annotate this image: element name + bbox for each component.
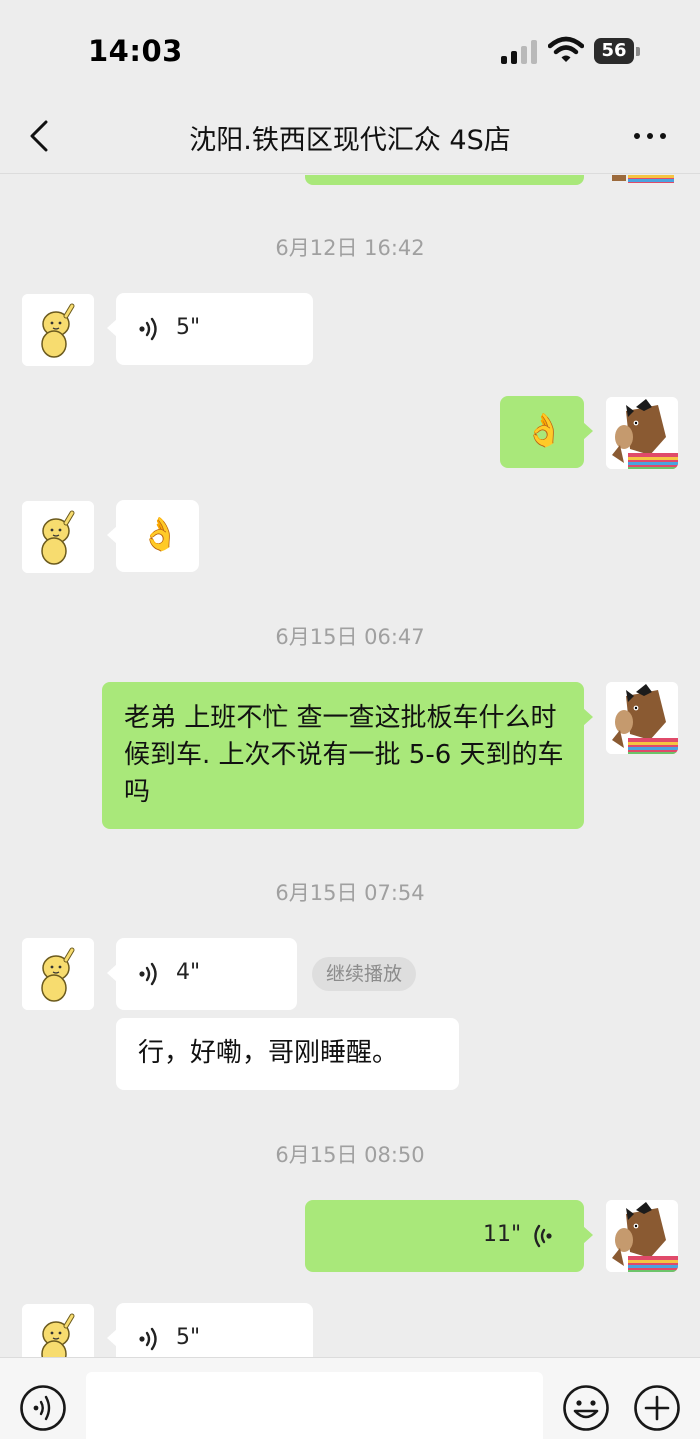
emoji-message-bubble[interactable]: 👌 — [107, 500, 199, 572]
voice-duration: 4" — [176, 960, 201, 985]
voice-wave-icon — [534, 1224, 552, 1248]
text-message-bubble[interactable]: 老弟 上班不忙 查一查这批板车什么时候到车. 上次不说有一批 5-6 天到的车吗 — [102, 682, 593, 829]
chat-header: 沈阳.铁西区现代汇众 4S店 — [0, 100, 700, 174]
message-text: 老弟 上班不忙 查一查这批板车什么时候到车. 上次不说有一批 5-6 天到的车吗 — [124, 703, 564, 807]
continue-playback-button[interactable]: 继续播放 — [312, 957, 417, 991]
battery-icon: 56 — [594, 38, 640, 64]
contact-avatar[interactable] — [22, 1304, 94, 1357]
my-avatar[interactable] — [606, 682, 678, 754]
voice-message-bubble[interactable]: 4" — [107, 938, 297, 1010]
timestamp: 6月12日 16:42 — [275, 236, 425, 260]
voice-duration: 11" — [483, 1222, 522, 1247]
text-message-bubble[interactable]: 行，好嘞，哥刚睡醒。 — [116, 1018, 459, 1090]
plus-circle-icon[interactable] — [633, 1384, 681, 1432]
voice-wave-icon — [139, 1327, 157, 1351]
wifi-icon — [548, 36, 584, 62]
voice-message-bubble[interactable]: 5" — [107, 1303, 313, 1357]
status-bar: 14:03 56 — [0, 0, 700, 100]
voice-duration: 5" — [176, 315, 201, 340]
message-text: 行，好嘞，哥刚睡醒。 — [138, 1038, 399, 1068]
contact-avatar[interactable] — [22, 938, 94, 1010]
ok-hand-emoji: 👌 — [524, 411, 564, 449]
battery-level: 56 — [594, 38, 634, 64]
emoji-smile-icon[interactable] — [562, 1384, 610, 1432]
input-bar — [0, 1357, 700, 1439]
my-avatar[interactable] — [606, 1200, 678, 1272]
previous-outgoing-bubble — [305, 175, 584, 185]
message-input[interactable] — [86, 1372, 543, 1439]
status-time: 14:03 — [88, 34, 183, 68]
timestamp: 6月15日 08:50 — [275, 1143, 425, 1167]
my-avatar-partial — [606, 175, 678, 185]
voice-wave-icon — [139, 962, 157, 986]
contact-avatar[interactable] — [22, 294, 94, 366]
voice-message-bubble[interactable]: 5" — [107, 293, 313, 365]
voice-wave-icon — [139, 317, 157, 341]
cellular-signal-icon — [501, 40, 539, 64]
voice-duration: 5" — [176, 1325, 201, 1350]
chat-title: 沈阳.铁西区现代汇众 4S店 — [189, 125, 511, 156]
message-list[interactable]: 6月12日 16:42 5" 👌 👌 6月15日 06:47 老弟 上班不忙 查… — [0, 175, 700, 1357]
timestamp: 6月15日 06:47 — [275, 625, 425, 649]
my-avatar[interactable] — [606, 397, 678, 469]
contact-avatar[interactable] — [22, 501, 94, 573]
emoji-message-bubble[interactable]: 👌 — [500, 396, 593, 468]
voice-message-bubble[interactable]: 11" — [305, 1200, 593, 1272]
ok-hand-emoji: 👌 — [140, 515, 180, 553]
more-dots-icon[interactable] — [630, 120, 670, 150]
timestamp: 6月15日 07:54 — [275, 881, 425, 905]
voice-input-toggle-icon[interactable] — [19, 1384, 67, 1432]
